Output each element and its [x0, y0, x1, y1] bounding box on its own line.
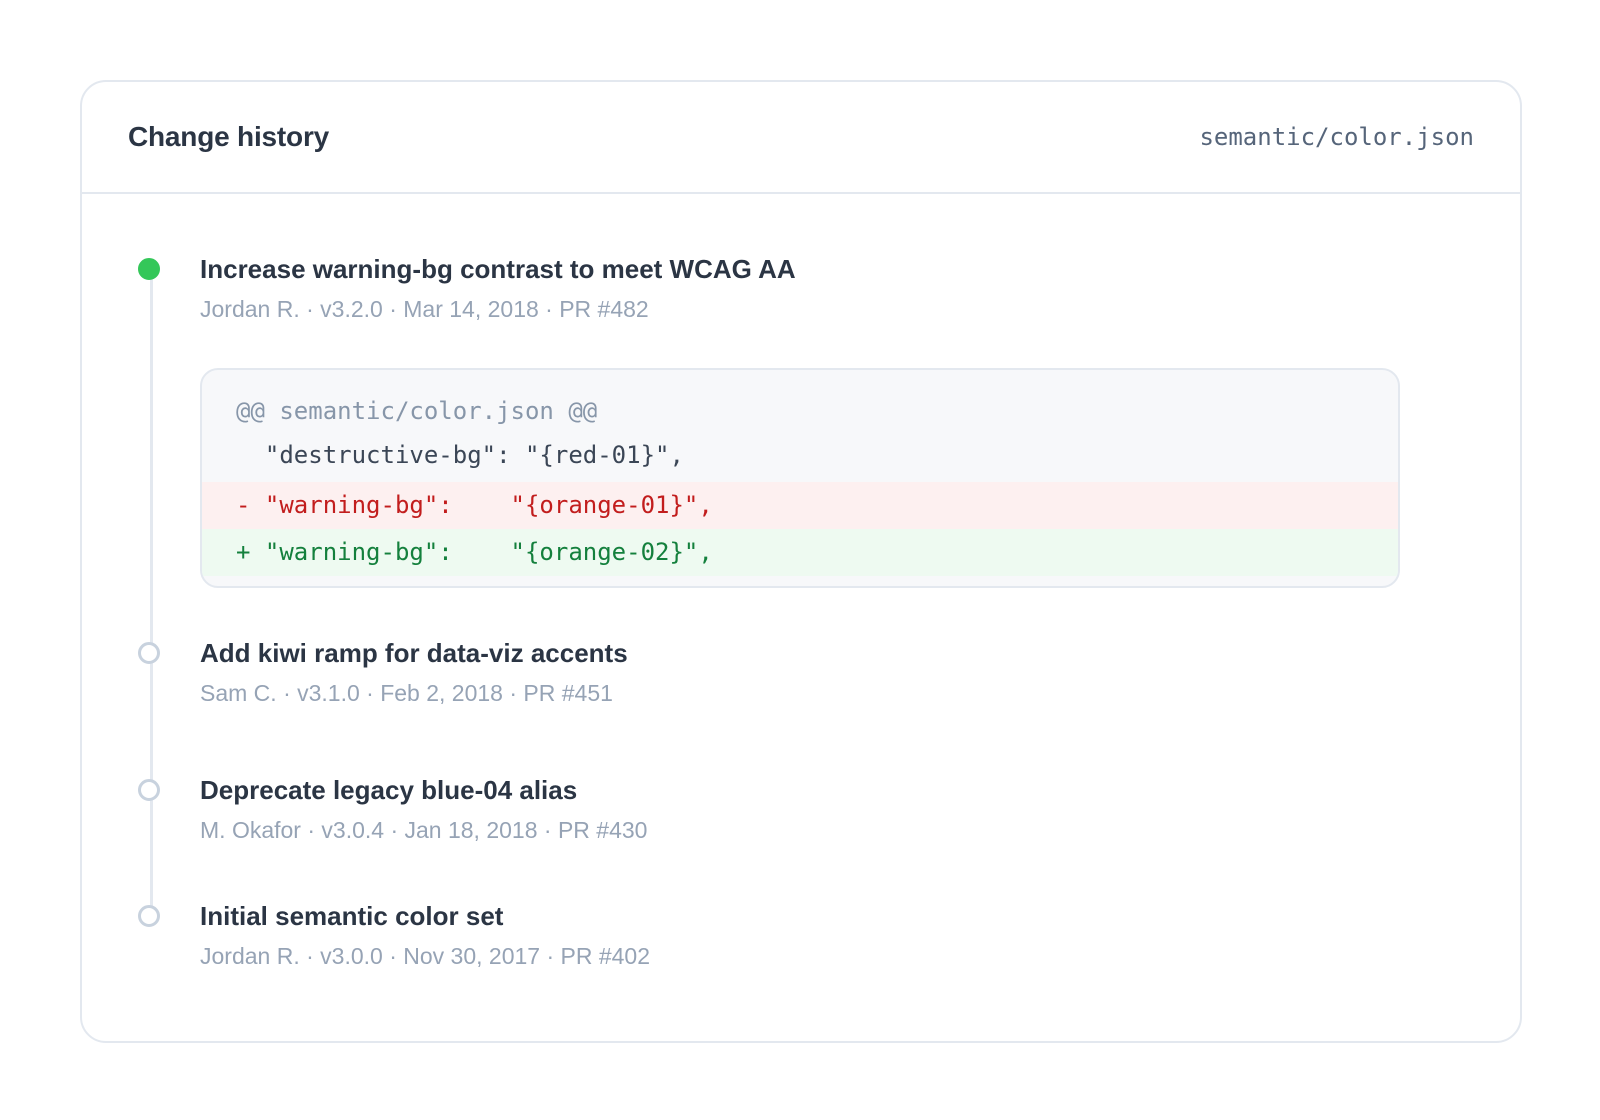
entry-meta: M. Okafor · v3.0.4 · Jan 18, 2018 · PR #…: [200, 817, 648, 843]
timeline-entry[interactable]: Initial semantic color set Jordan R. · v…: [138, 899, 1520, 971]
change-history-card: Change history semantic/color.json Incre…: [80, 80, 1522, 1043]
card-header: Change history semantic/color.json: [82, 82, 1520, 194]
timeline-entry[interactable]: Increase warning-bg contrast to meet WCA…: [138, 252, 1520, 588]
diff-added-line: + "warning-bg": "{orange-02}",: [202, 529, 1398, 576]
entry-title: Initial semantic color set: [200, 901, 504, 931]
entry-meta: Jordan R. · v3.0.0 · Nov 30, 2017 · PR #…: [200, 943, 651, 969]
current-status-dot-icon: [138, 258, 160, 280]
card-title: Change history: [128, 121, 330, 152]
timeline-rail: [150, 272, 153, 926]
past-status-dot-icon: [138, 779, 160, 801]
timeline-entry[interactable]: Deprecate legacy blue-04 alias M. Okafor…: [138, 773, 1520, 845]
diff-context-line: "destructive-bg": "{red-01}",: [236, 441, 684, 469]
diff-block: @@ semantic/color.json @@ "destructive-b…: [200, 368, 1400, 588]
past-status-dot-icon: [138, 642, 160, 664]
diff-removed-line: - "warning-bg": "{orange-01}",: [202, 482, 1398, 529]
diff-hunk-header: @@ semantic/color.json @@: [236, 397, 598, 425]
entry-title: Add kiwi ramp for data-viz accents: [200, 638, 628, 668]
entry-meta: Jordan R. · v3.2.0 · Mar 14, 2018 · PR #…: [200, 296, 649, 322]
entry-title: Increase warning-bg contrast to meet WCA…: [200, 254, 796, 284]
entry-title: Deprecate legacy blue-04 alias: [200, 775, 578, 805]
timeline-entry[interactable]: Add kiwi ramp for data-viz accents Sam C…: [138, 636, 1520, 708]
entry-meta: Sam C. · v3.1.0 · Feb 2, 2018 · PR #451: [200, 680, 613, 706]
file-path: semantic/color.json: [1199, 123, 1474, 151]
past-status-dot-icon: [138, 905, 160, 927]
